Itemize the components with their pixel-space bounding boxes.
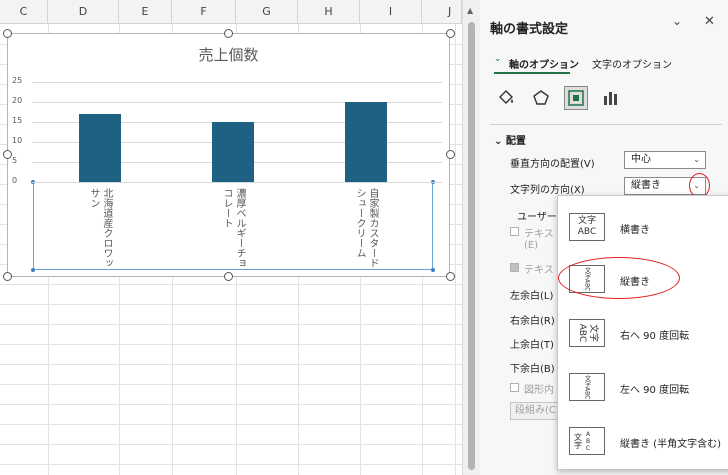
- vertical-align-value: 中心: [631, 154, 651, 165]
- category-label: 自家製カスタードシュークリーム: [354, 188, 378, 268]
- scrollbar-thumb[interactable]: [468, 22, 475, 470]
- margin-top-label: 上余白(T): [510, 340, 554, 351]
- grid-line: [0, 364, 462, 365]
- y-tick-label: 10: [12, 136, 23, 145]
- resize-handle[interactable]: [224, 29, 233, 38]
- grid-line: [0, 384, 462, 385]
- column-header-g[interactable]: G: [236, 0, 298, 24]
- resize-handle[interactable]: [446, 29, 455, 38]
- chevron-down-icon: ⌄: [693, 155, 700, 164]
- axis-handle[interactable]: [431, 268, 435, 272]
- section-alignment[interactable]: ⌄ 配置: [494, 132, 526, 147]
- resize-handle[interactable]: [3, 150, 12, 159]
- active-tab-indicator: [494, 72, 570, 74]
- grid-line: [0, 404, 462, 405]
- text-checkbox-2[interactable]: [510, 263, 519, 272]
- user-defined-label: ユーザー: [517, 212, 557, 223]
- column-header-c[interactable]: C: [0, 0, 48, 24]
- rotate-right-text-icon: 文字 ABC: [569, 319, 605, 347]
- tab-text-options[interactable]: 文字のオプション: [592, 56, 672, 71]
- chevron-down-icon: ⌄: [494, 136, 503, 147]
- column-header-h[interactable]: H: [298, 0, 360, 24]
- margin-left-label: 左余白(L): [510, 291, 554, 302]
- y-tick-label: 5: [12, 156, 18, 165]
- grid-line: [0, 324, 462, 325]
- y-tick-label: 15: [12, 116, 23, 125]
- grid-line: [0, 344, 462, 345]
- option-label: 横書き: [620, 225, 650, 236]
- highlight-circle: [558, 257, 680, 299]
- divider: [490, 124, 722, 125]
- text-direction-value: 縦書き: [631, 180, 661, 191]
- chevron-down-icon[interactable]: ⌄: [672, 14, 682, 28]
- text-direction-dropdown[interactable]: 文字 ABC 横書き 文字ABC 縦書き 文字 ABC 右へ 90 度回転 文字AB…: [557, 195, 728, 470]
- gridline: [32, 182, 442, 183]
- shape-checkbox-label: 図形内: [524, 385, 554, 396]
- resize-handle[interactable]: [224, 272, 233, 281]
- y-tick-label: 20: [12, 96, 23, 105]
- text-checkbox-1[interactable]: [510, 227, 519, 236]
- chart-title[interactable]: 売上個数: [8, 44, 449, 65]
- axis-handle[interactable]: [31, 268, 35, 272]
- y-tick-label: 0: [12, 176, 18, 185]
- vertical-align-label: 垂直方向の配置(V): [510, 159, 595, 170]
- bar[interactable]: [345, 102, 387, 182]
- grid-line: [0, 444, 462, 445]
- close-icon[interactable]: ✕: [704, 14, 715, 29]
- horizontal-text-icon: 文字 ABC: [569, 213, 605, 241]
- resize-handle[interactable]: [446, 272, 455, 281]
- vertical-align-select[interactable]: 中心 ⌄: [624, 151, 706, 169]
- chart[interactable]: 売上個数 25 20 15 10 5 0 北海道産クロワッサン 濃厚ベルギーチョコレート 自家製…: [7, 33, 450, 277]
- axis-options-bar-icon[interactable]: [599, 86, 623, 110]
- fill-line-icon[interactable]: [494, 86, 518, 110]
- bar[interactable]: [79, 114, 121, 182]
- option-horizontal[interactable]: 文字 ABC 横書き: [558, 203, 728, 249]
- rotate-left-text-icon: 文字ABC: [569, 373, 605, 401]
- grid-line: [455, 24, 456, 475]
- margin-bottom-label: 下余白(B): [510, 364, 555, 375]
- y-tick-label: 25: [12, 76, 23, 85]
- size-properties-icon[interactable]: [564, 86, 588, 110]
- option-vertical-halfwidth[interactable]: 文字 ABC 縦書き (半角文字含む): [558, 417, 728, 463]
- category-label: 濃厚ベルギーチョコレート: [221, 188, 245, 268]
- stacked-text-icon: 文字 ABC: [569, 427, 605, 455]
- option-label: 縦書き (半角文字含む): [620, 439, 721, 450]
- column-header-e[interactable]: E: [119, 0, 172, 24]
- section-title: 配置: [505, 136, 526, 147]
- spreadsheet-area[interactable]: C D E F G H I J 売上個数 25 20 15 10 5 0 北海道産クロワッサ…: [0, 0, 462, 475]
- column-header-d[interactable]: D: [48, 0, 119, 24]
- column-header-i[interactable]: I: [360, 0, 422, 24]
- shape-checkbox[interactable]: [510, 383, 519, 392]
- resize-handle[interactable]: [446, 150, 455, 159]
- column-header-row: C D E F G H I J: [0, 0, 462, 24]
- option-rotate-left-90[interactable]: 文字ABC 左へ 90 度回転: [558, 363, 728, 409]
- option-rotate-right-90[interactable]: 文字 ABC 右へ 90 度回転: [558, 309, 728, 355]
- column-header-j[interactable]: J: [422, 0, 462, 24]
- scroll-up-arrow-icon[interactable]: ▲: [467, 6, 473, 15]
- grid-line: [0, 464, 462, 465]
- margin-right-label: 右余白(R): [510, 316, 555, 327]
- category-label: 北海道産クロワッサン: [88, 188, 112, 268]
- chevron-down-icon: ⌄: [494, 54, 502, 64]
- pane-title: 軸の書式設定: [490, 22, 569, 37]
- option-label: 右へ 90 度回転: [620, 331, 690, 342]
- option-label: 左へ 90 度回転: [620, 385, 690, 396]
- grid-line: [0, 284, 462, 285]
- bar[interactable]: [212, 122, 254, 182]
- resize-handle[interactable]: [3, 272, 12, 281]
- text-checkbox-1-sub: (E): [524, 240, 539, 251]
- grid-line: [0, 424, 462, 425]
- vertical-scrollbar[interactable]: ▲: [462, 0, 480, 475]
- effects-pentagon-icon[interactable]: [529, 86, 553, 110]
- text-direction-label: 文字列の方向(X): [510, 185, 585, 196]
- resize-handle[interactable]: [3, 29, 12, 38]
- grid-line: [0, 304, 462, 305]
- gridline: [32, 82, 442, 83]
- column-header-f[interactable]: F: [172, 0, 236, 24]
- tab-axis-options[interactable]: 軸のオプション: [509, 56, 579, 71]
